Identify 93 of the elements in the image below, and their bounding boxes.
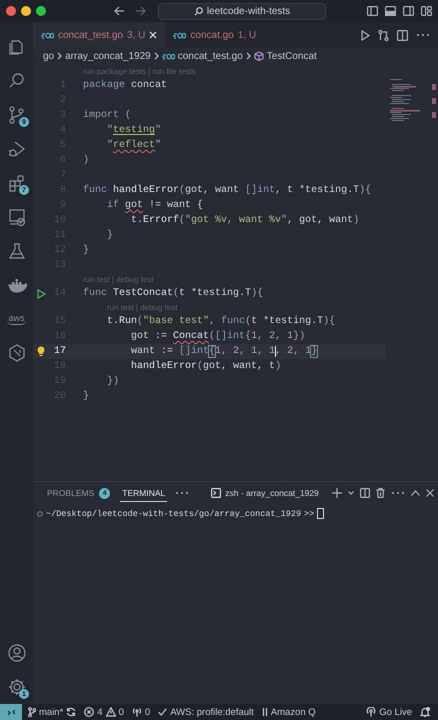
code-line: got := Concat([]int{1, 2, 1}) [130,331,306,342]
code-line: t.Run("base test", func(t *testing.T){ [106,316,336,327]
forward-arrow-icon[interactable] [135,6,146,16]
file-status: 1, U [238,30,256,40]
flask-icon[interactable] [6,241,26,261]
file-status: 3, U [127,30,146,40]
code-line: "testing" [106,125,162,136]
status-circle-icon [37,510,43,516]
go-live-button[interactable]: Go Live [379,706,412,718]
code-line: import ( [83,110,132,121]
terminal-name[interactable]: zsh - array_concat_1929 [225,488,319,498]
code-line: } [83,391,90,402]
chevron-icon [57,52,62,60]
code-line: handleError(got, want, t) [130,361,282,372]
source-control-icon[interactable] [6,105,26,125]
back-arrow-icon[interactable] [114,6,125,16]
editor-tab[interactable]: concat_test.go 3, U [33,22,166,48]
code-line: } [83,245,90,256]
prompt-symbol: >> [304,508,314,518]
code-line: "reflect" [106,140,162,151]
broadcast-icon [366,707,376,717]
code-line: t.Errorf("got %v, want %v", got, want) [130,215,360,226]
pause-icon [262,708,268,716]
file-name: concat_test.go [58,30,124,40]
compare-changes-icon[interactable] [378,30,389,40]
chevron-up-icon[interactable] [410,490,420,496]
add-icon[interactable] [332,488,342,498]
remote-button[interactable] [0,704,22,720]
cube-icon [254,51,264,61]
file-type-icon [162,52,175,60]
warning-count[interactable]: 0 [118,706,124,718]
branch-name[interactable]: main* [39,706,64,718]
command-center-search[interactable]: leetcode-with-tests [158,2,326,20]
code-line: package concat [83,80,168,91]
bell-icon[interactable] [420,707,430,717]
panel-tab[interactable]: TERMINAL [120,485,168,501]
code-line: func handleError(got, want []int, t *testing.T){ [83,185,372,196]
lightbulb-icon[interactable] [37,346,45,357]
settings-icon[interactable] [6,677,26,697]
run-icon[interactable] [361,30,370,40]
terminal-cursor [317,508,324,519]
caret-icon[interactable] [348,491,354,495]
ports-count[interactable]: 0 [144,706,150,718]
breadcrumb-item[interactable]: TestConcat [266,50,317,62]
aws-logo[interactable]: aws [7,313,26,325]
customize-layout-icon[interactable] [421,6,432,16]
close-window-button[interactable] [6,6,16,16]
search-icon [194,6,203,16]
remote-icon [6,708,16,716]
breadcrumb-item[interactable]: go [43,50,54,62]
account-icon[interactable] [6,643,26,663]
code-line: ) [83,155,90,166]
error-count[interactable]: 4 [97,706,103,718]
sync-icon[interactable] [66,707,76,717]
chevron-icon [246,52,251,60]
panel-layout-icon[interactable] [385,6,396,16]
branch-icon [28,707,36,717]
extensions-icon[interactable] [6,173,26,193]
code-line: func TestConcat(t *testing.T){ [83,288,264,299]
terminal-icon [211,488,222,498]
sidebar-layout-icon[interactable] [367,6,378,16]
error-icon [84,707,94,717]
minimap[interactable] [388,76,436,122]
more-tabs-icon[interactable] [175,491,190,495]
file-type-icon [41,32,54,38]
code-line: } [106,230,114,241]
chevron-icon [154,52,159,60]
minimize-window-button[interactable] [21,6,31,16]
secondary-sidebar-icon[interactable] [403,6,414,16]
remote-explorer-icon[interactable] [6,207,26,227]
run-debug-icon[interactable] [6,139,26,159]
more-actions-icon[interactable] [416,33,430,37]
code-line: if got != want { [106,200,204,211]
aws-profile[interactable]: AWS: profile:default [170,706,254,718]
hexagon-icon[interactable] [6,343,26,363]
zoom-window-button[interactable] [36,6,46,16]
line-number: 17 [52,346,66,357]
trash-icon[interactable] [376,488,385,498]
breadcrumb-item[interactable]: array_concat_1929 [65,50,151,62]
warning-icon [106,707,116,717]
code-line: }) [106,376,120,387]
amazon-q-status[interactable]: Amazon Q [270,706,316,718]
breadcrumb-item[interactable]: concat_test.go [178,50,243,62]
split-terminal-icon[interactable] [360,488,370,498]
prompt-path: ~/Desktop/leetcode-with-tests/go/array_concat_1929 [46,508,302,518]
file-name: concat.go [190,30,234,40]
split-editor-icon[interactable] [397,30,408,40]
file-type-icon [173,32,186,38]
close-icon[interactable] [426,489,434,497]
run-test-icon[interactable] [36,288,46,298]
check-icon [158,708,168,716]
more-actions-icon[interactable] [390,491,405,495]
antenna-icon [132,707,142,717]
